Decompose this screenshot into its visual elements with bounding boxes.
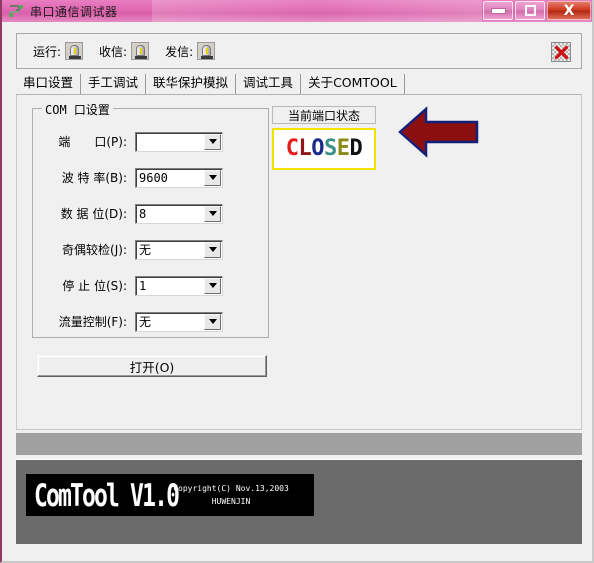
field-label-baudrate: 波 特 率(B): bbox=[61, 171, 127, 185]
banner-author: HUWENJIN bbox=[211, 497, 251, 506]
databits-combobox[interactable]: 8 bbox=[135, 203, 223, 224]
receive-label: 收信: bbox=[99, 44, 128, 59]
flowcontrol-value: 无 bbox=[139, 315, 152, 329]
close-button[interactable]: X bbox=[547, 1, 591, 20]
tab-label: 联华保护模拟 bbox=[153, 75, 229, 91]
groupbox-title: COM 口设置 bbox=[42, 101, 113, 118]
parity-value: 无 bbox=[139, 243, 152, 257]
status-letter: D bbox=[349, 136, 363, 161]
toolbar-item-send: 发信: bbox=[165, 42, 216, 60]
banner-copyright: Copyright(C) Nov.13,2003 bbox=[173, 484, 289, 493]
stopbits-combobox[interactable]: 1 bbox=[135, 275, 223, 296]
tab-strip: 串口设置 手工调试 联华保护模拟 调试工具 关于COMTOOL bbox=[16, 74, 582, 95]
status-letter: L bbox=[298, 136, 312, 161]
baudrate-value: 9600 bbox=[139, 170, 168, 185]
application-window: 串口通信调试器 X 运行: 收信: 发信: 串口设置 手工调试 联华保护模拟 调… bbox=[0, 0, 594, 563]
chevron-down-icon[interactable] bbox=[204, 241, 221, 258]
left-arrow-annotation bbox=[398, 106, 480, 158]
chevron-down-icon[interactable] bbox=[204, 205, 221, 222]
chevron-down-icon[interactable] bbox=[204, 313, 221, 330]
port-status-title: 当前端口状态 bbox=[272, 106, 376, 124]
window-title: 串口通信调试器 bbox=[30, 4, 118, 19]
chevron-down-icon[interactable] bbox=[204, 169, 221, 186]
field-parity: 奇偶较检(J): 无 bbox=[41, 239, 263, 260]
field-flowcontrol: 流量控制(F): 无 bbox=[41, 311, 263, 332]
stopbits-value: 1 bbox=[139, 278, 147, 293]
tab-label: 串口设置 bbox=[23, 75, 74, 91]
separator-strip bbox=[16, 433, 582, 455]
tab-manual-debug[interactable]: 手工调试 bbox=[81, 74, 147, 94]
baudrate-combobox[interactable]: 9600 bbox=[135, 167, 223, 188]
port-status-value: CLOSED bbox=[286, 138, 363, 160]
window-controls: X bbox=[483, 0, 592, 22]
status-letter: C bbox=[285, 136, 299, 161]
chevron-down-icon[interactable] bbox=[204, 277, 221, 294]
tab-page-com-settings: COM 口设置 端 口(P): 波 特 率(B): 9600 数 据 位(D):… bbox=[16, 95, 582, 430]
red-x-icon[interactable] bbox=[551, 42, 571, 62]
serial-port-icon bbox=[7, 3, 25, 19]
led-lamp-icon-receive bbox=[131, 42, 150, 60]
maximize-icon bbox=[524, 5, 536, 16]
parity-combobox[interactable]: 无 bbox=[135, 239, 223, 260]
open-port-label: 打开(O) bbox=[129, 359, 175, 375]
field-label-flowcontrol: 流量控制(F): bbox=[58, 315, 127, 329]
status-letter: E bbox=[336, 136, 350, 161]
field-label-stopbits: 停 止 位(S): bbox=[62, 279, 127, 293]
port-combobox[interactable] bbox=[135, 131, 223, 152]
field-databits: 数 据 位(D): 8 bbox=[41, 203, 263, 224]
port-status-title-text: 当前端口状态 bbox=[287, 108, 360, 123]
field-port: 端 口(P): bbox=[41, 131, 263, 152]
title-bar: 串口通信调试器 X bbox=[2, 0, 592, 22]
tab-com-settings[interactable]: 串口设置 bbox=[16, 74, 82, 94]
port-status-badge: CLOSED bbox=[272, 128, 376, 170]
app-banner: ComTool V1.0 Copyright(C) Nov.13,2003 HU… bbox=[26, 474, 314, 516]
databits-value: 8 bbox=[139, 206, 147, 221]
tab-debug-tools[interactable]: 调试工具 bbox=[236, 74, 302, 94]
minimize-icon bbox=[490, 7, 506, 14]
com-settings-groupbox: COM 口设置 端 口(P): 波 特 率(B): 9600 数 据 位(D):… bbox=[32, 101, 269, 338]
status-letter: S bbox=[324, 136, 337, 161]
tab-about-comtool[interactable]: 关于COMTOOL bbox=[301, 74, 405, 94]
tab-lianhua-protection-sim[interactable]: 联华保护模拟 bbox=[146, 74, 237, 94]
toolbar-item-run: 运行: bbox=[33, 42, 84, 60]
field-label-port: 端 口(P): bbox=[58, 135, 127, 149]
field-label-parity: 奇偶较检(J): bbox=[62, 243, 127, 257]
tab-label: 手工调试 bbox=[88, 75, 139, 91]
toolbar-item-receive: 收信: bbox=[99, 42, 150, 60]
maximize-button[interactable] bbox=[515, 1, 545, 20]
minimize-button[interactable] bbox=[483, 1, 513, 20]
led-lamp-icon-run bbox=[65, 42, 84, 60]
send-label: 发信: bbox=[165, 44, 194, 59]
led-lamp-icon-send bbox=[197, 42, 216, 60]
field-label-databits: 数 据 位(D): bbox=[60, 207, 127, 221]
status-letter: O bbox=[311, 136, 324, 161]
status-toolbar: 运行: 收信: 发信: bbox=[16, 33, 582, 69]
tab-label: 调试工具 bbox=[243, 75, 294, 91]
open-port-button[interactable]: 打开(O) bbox=[37, 355, 267, 377]
close-icon: X bbox=[563, 2, 575, 19]
banner-credit: Copyright(C) Nov.13,2003 HUWENJIN bbox=[156, 482, 306, 508]
tab-label: 关于COMTOOL bbox=[308, 75, 397, 91]
field-baudrate: 波 特 率(B): 9600 bbox=[41, 167, 263, 188]
client-area: 运行: 收信: 发信: 串口设置 手工调试 联华保护模拟 调试工具 关于COMT… bbox=[2, 22, 592, 561]
field-stopbits: 停 止 位(S): 1 bbox=[41, 275, 263, 296]
titlebar-sheen bbox=[152, 0, 482, 22]
run-label: 运行: bbox=[33, 44, 62, 59]
chevron-down-icon[interactable] bbox=[204, 133, 221, 150]
info-panel: ComTool V1.0 Copyright(C) Nov.13,2003 HU… bbox=[16, 459, 582, 544]
flowcontrol-combobox[interactable]: 无 bbox=[135, 311, 223, 332]
